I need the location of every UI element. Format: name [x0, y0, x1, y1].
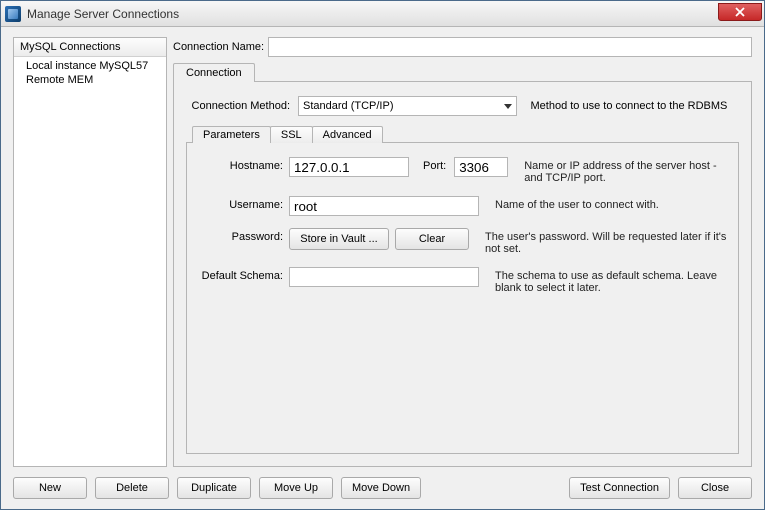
connection-name-input[interactable] [268, 37, 752, 57]
outer-tab-strip: Connection [173, 63, 752, 82]
clear-password-button[interactable]: Clear [395, 228, 469, 250]
window-frame: Manage Server Connections MySQL Connecti… [0, 0, 765, 510]
default-schema-desc: The schema to use as default schema. Lea… [485, 267, 728, 294]
right-panel: Connection Name: Connection Connection M… [173, 37, 752, 467]
move-down-button[interactable]: Move Down [341, 477, 421, 499]
close-button[interactable]: Close [678, 477, 752, 499]
connection-method-value: Standard (TCP/IP) [303, 100, 393, 112]
hostname-input[interactable] [289, 157, 409, 177]
hostname-label: Hostname: [197, 157, 283, 172]
password-desc: The user's password. Will be requested l… [475, 228, 728, 255]
connection-list-header: MySQL Connections [14, 38, 166, 57]
tab-parameters[interactable]: Parameters [192, 126, 271, 143]
titlebar[interactable]: Manage Server Connections [1, 1, 764, 27]
close-icon [735, 7, 745, 17]
window-title: Manage Server Connections [27, 7, 179, 21]
test-connection-button[interactable]: Test Connection [569, 477, 670, 499]
password-label: Password: [197, 228, 283, 243]
connection-method-combo[interactable]: Standard (TCP/IP) [298, 96, 517, 116]
username-input[interactable] [289, 196, 479, 216]
move-up-button[interactable]: Move Up [259, 477, 333, 499]
parameters-page: Hostname: Port: Name or IP address of th… [186, 142, 739, 454]
bottom-button-bar: New Delete Duplicate Move Up Move Down T… [13, 467, 752, 499]
app-icon [5, 6, 21, 22]
connection-list-body: Local instance MySQL57 Remote MEM [14, 57, 166, 466]
content-area: MySQL Connections Local instance MySQL57… [1, 27, 764, 509]
default-schema-input[interactable] [289, 267, 479, 287]
inner-tab-strip: Parameters SSL Advanced [192, 126, 739, 143]
tab-page-connection: Connection Method: Standard (TCP/IP) Met… [173, 81, 752, 467]
hostname-desc: Name or IP address of the server host - … [514, 157, 728, 184]
connection-item[interactable]: Local instance MySQL57 [14, 59, 166, 73]
tab-connection[interactable]: Connection [173, 63, 255, 82]
connection-list[interactable]: MySQL Connections Local instance MySQL57… [13, 37, 167, 467]
connection-item[interactable]: Remote MEM [14, 73, 166, 87]
window-close-button[interactable] [718, 3, 762, 21]
connection-method-desc: Method to use to connect to the RDBMS [525, 100, 740, 112]
chevron-down-icon [504, 104, 512, 109]
username-desc: Name of the user to connect with. [485, 196, 728, 211]
store-in-vault-button[interactable]: Store in Vault ... [289, 228, 389, 250]
tab-advanced[interactable]: Advanced [312, 126, 383, 143]
default-schema-label: Default Schema: [197, 267, 283, 282]
port-input[interactable] [454, 157, 508, 177]
duplicate-button[interactable]: Duplicate [177, 477, 251, 499]
username-label: Username: [197, 196, 283, 211]
tab-ssl[interactable]: SSL [270, 126, 313, 143]
connection-method-label: Connection Method: [186, 100, 290, 112]
delete-button[interactable]: Delete [95, 477, 169, 499]
port-label: Port: [415, 157, 448, 172]
new-button[interactable]: New [13, 477, 87, 499]
connection-name-label: Connection Name: [173, 41, 264, 53]
